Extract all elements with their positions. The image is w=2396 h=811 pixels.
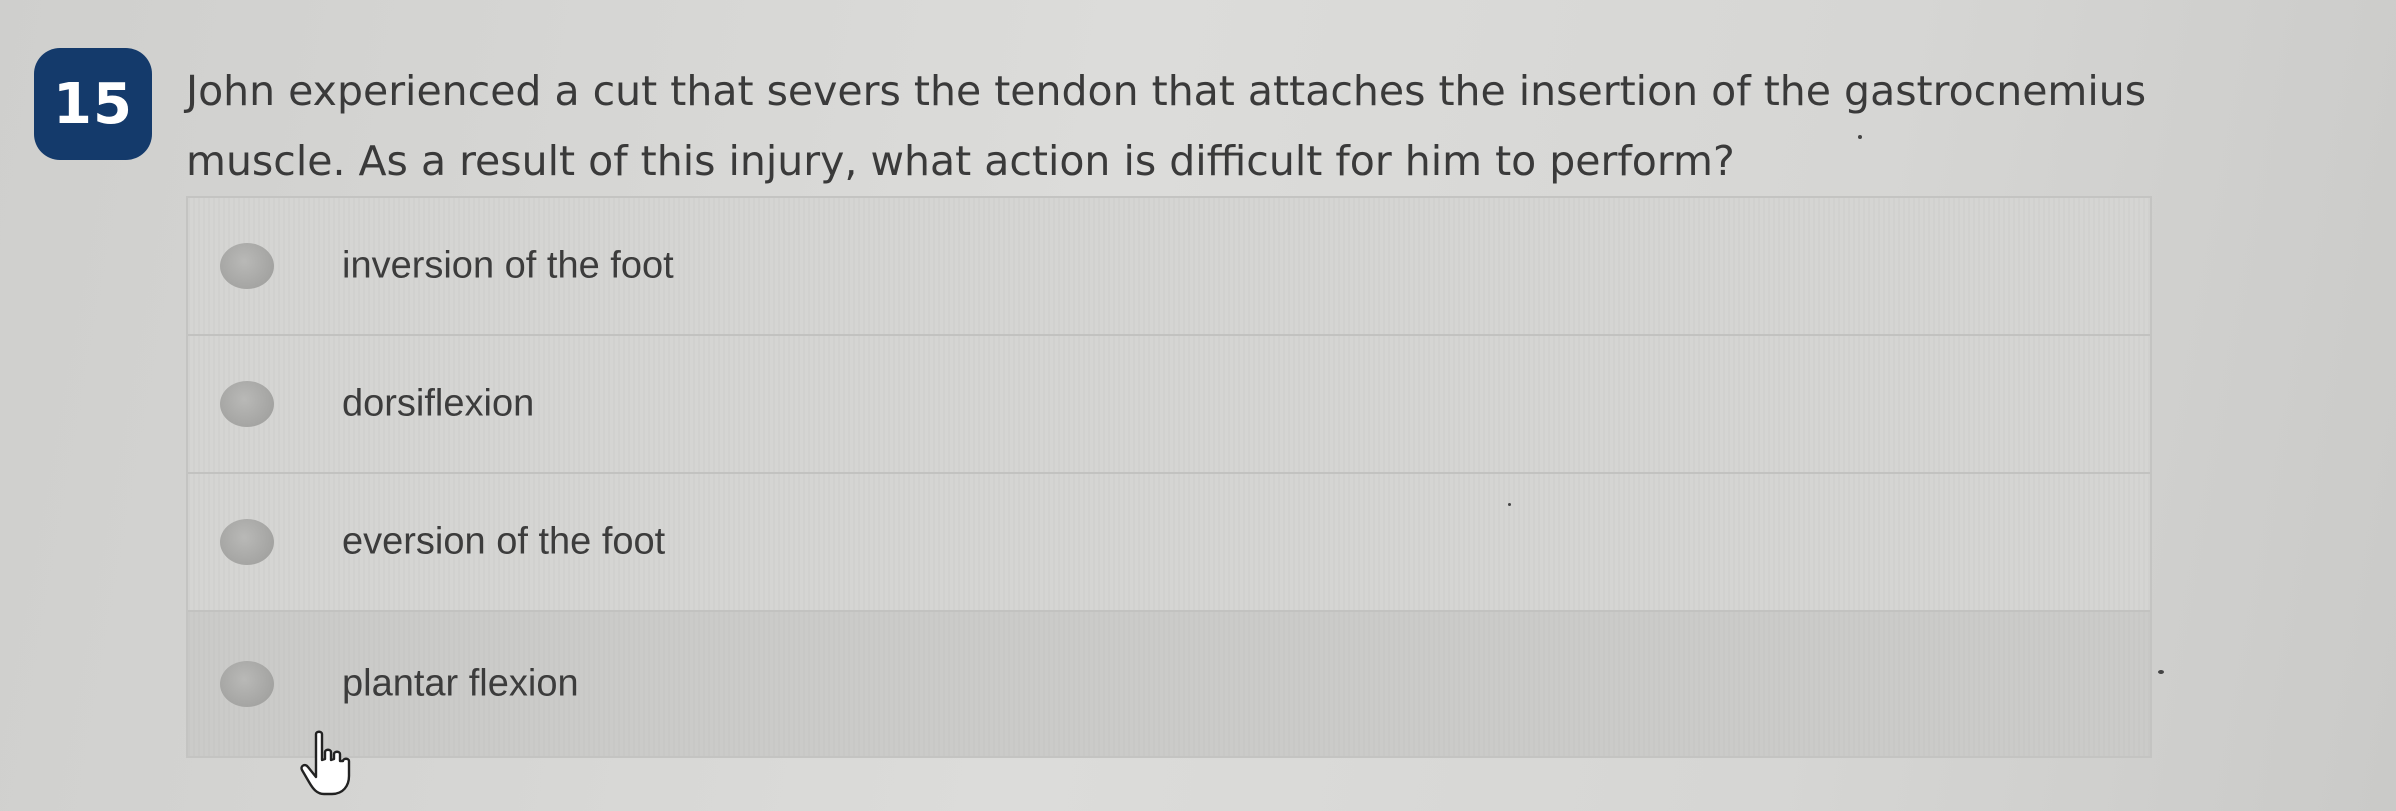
hand-pointer-icon (300, 730, 351, 796)
option-dorsiflexion[interactable]: dorsiflexion (188, 336, 2150, 474)
option-label: dorsiflexion (342, 382, 535, 425)
radio-button[interactable] (220, 243, 274, 289)
option-label: inversion of the foot (342, 244, 674, 287)
option-inversion[interactable]: inversion of the foot (188, 198, 2150, 336)
option-eversion[interactable]: eversion of the foot (188, 474, 2150, 612)
option-label: plantar flexion (342, 662, 579, 705)
radio-button[interactable] (220, 381, 274, 427)
speck (2158, 670, 2164, 674)
answer-options: inversion of the foot dorsiflexion evers… (186, 196, 2152, 758)
speck (1508, 503, 1511, 506)
question-text: John experienced a cut that severs the t… (186, 67, 2147, 185)
radio-button[interactable] (220, 661, 274, 707)
option-label: eversion of the foot (342, 520, 666, 563)
option-plantar-flexion[interactable]: plantar flexion (188, 612, 2150, 756)
question-number-badge: 15 (34, 48, 152, 160)
speck (1858, 135, 1862, 139)
radio-button[interactable] (220, 519, 274, 565)
